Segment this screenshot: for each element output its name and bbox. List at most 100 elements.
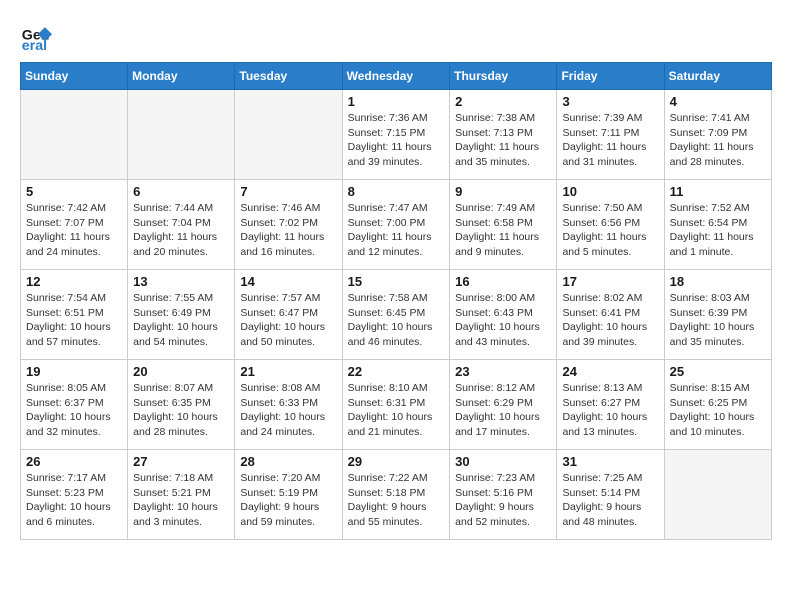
day-number: 19: [26, 364, 122, 379]
calendar-cell: 13 Sunrise: 7:55 AM Sunset: 6:49 PM Dayli…: [128, 270, 235, 360]
day-number: 26: [26, 454, 122, 469]
day-number: 9: [455, 184, 551, 199]
calendar-cell: 20Sunrise: 8:07 AM Sunset: 6:35 PM Dayli…: [128, 360, 235, 450]
day-number: 27: [133, 454, 229, 469]
calendar-cell: 9 Sunrise: 7:49 AM Sunset: 6:58 PM Daylig…: [450, 180, 557, 270]
calendar-cell: 1Sunrise: 7:36 AM Sunset: 7:15 PM Daylig…: [342, 90, 450, 180]
calendar-header-row: SundayMondayTuesdayWednesdayThursdayFrid…: [21, 63, 772, 90]
day-info: Sunrise: 8:03 AM Sunset: 6:39 PM Dayligh…: [670, 291, 766, 350]
day-number: 3: [562, 94, 658, 109]
day-info: Sunrise: 7:23 AM Sunset: 5:16 PM Dayligh…: [455, 471, 551, 530]
day-info: Sunrise: 8:02 AM Sunset: 6:41 PM Dayligh…: [562, 291, 658, 350]
calendar-cell: 25 Sunrise: 8:15 AM Sunset: 6:25 PM Dayli…: [664, 360, 771, 450]
day-number: 28: [240, 454, 336, 469]
day-info: Sunrise: 7:41 AM Sunset: 7:09 PM Dayligh…: [670, 111, 766, 170]
calendar-cell: 10 Sunrise: 7:50 AM Sunset: 6:56 PM Dayli…: [557, 180, 664, 270]
day-number: 17: [562, 274, 658, 289]
day-number: 12: [26, 274, 122, 289]
calendar-cell: 27 Sunrise: 7:18 AM Sunset: 5:21 PM Dayli…: [128, 450, 235, 540]
calendar-cell: 21 Sunrise: 8:08 AM Sunset: 6:33 PM Dayli…: [235, 360, 342, 450]
calendar-cell: 11 Sunrise: 7:52 AM Sunset: 6:54 PM Dayli…: [664, 180, 771, 270]
calendar-cell: [664, 450, 771, 540]
calendar-cell: 2 Sunrise: 7:38 AM Sunset: 7:13 PM Daylig…: [450, 90, 557, 180]
day-number: 25: [670, 364, 766, 379]
day-info: Sunrise: 7:46 AM Sunset: 7:02 PM Dayligh…: [240, 201, 336, 260]
weekday-header: Monday: [128, 63, 235, 90]
day-info: Sunrise: 7:50 AM Sunset: 6:56 PM Dayligh…: [562, 201, 658, 260]
day-info: Sunrise: 8:05 AM Sunset: 6:37 PM Dayligh…: [26, 381, 122, 440]
calendar-week-row: 5 Sunrise: 7:42 AM Sunset: 7:07 PM Daylig…: [21, 180, 772, 270]
day-info: Sunrise: 8:15 AM Sunset: 6:25 PM Dayligh…: [670, 381, 766, 440]
day-info: Sunrise: 7:25 AM Sunset: 5:14 PM Dayligh…: [562, 471, 658, 530]
day-number: 23: [455, 364, 551, 379]
calendar-cell: [128, 90, 235, 180]
day-number: 15: [348, 274, 445, 289]
calendar-cell: 15 Sunrise: 7:58 AM Sunset: 6:45 PM Dayli…: [342, 270, 450, 360]
calendar-week-row: 1Sunrise: 7:36 AM Sunset: 7:15 PM Daylig…: [21, 90, 772, 180]
day-number: 22: [348, 364, 445, 379]
day-number: 1: [348, 94, 445, 109]
day-number: 10: [562, 184, 658, 199]
day-info: Sunrise: 7:55 AM Sunset: 6:49 PM Dayligh…: [133, 291, 229, 350]
day-info: Sunrise: 7:52 AM Sunset: 6:54 PM Dayligh…: [670, 201, 766, 260]
day-info: Sunrise: 8:13 AM Sunset: 6:27 PM Dayligh…: [562, 381, 658, 440]
day-number: 30: [455, 454, 551, 469]
day-info: Sunrise: 7:57 AM Sunset: 6:47 PM Dayligh…: [240, 291, 336, 350]
calendar-cell: 4 Sunrise: 7:41 AM Sunset: 7:09 PM Daylig…: [664, 90, 771, 180]
day-info: Sunrise: 8:08 AM Sunset: 6:33 PM Dayligh…: [240, 381, 336, 440]
calendar-cell: 3 Sunrise: 7:39 AM Sunset: 7:11 PM Daylig…: [557, 90, 664, 180]
day-info: Sunrise: 7:44 AM Sunset: 7:04 PM Dayligh…: [133, 201, 229, 260]
day-info: Sunrise: 7:18 AM Sunset: 5:21 PM Dayligh…: [133, 471, 229, 530]
day-number: 5: [26, 184, 122, 199]
calendar: SundayMondayTuesdayWednesdayThursdayFrid…: [20, 62, 772, 540]
logo-icon: Gen eral: [20, 20, 52, 52]
calendar-cell: 26 Sunrise: 7:17 AM Sunset: 5:23 PM Dayli…: [21, 450, 128, 540]
page-header: Gen eral: [20, 20, 772, 52]
day-info: Sunrise: 7:54 AM Sunset: 6:51 PM Dayligh…: [26, 291, 122, 350]
calendar-cell: 7Sunrise: 7:46 AM Sunset: 7:02 PM Daylig…: [235, 180, 342, 270]
day-number: 2: [455, 94, 551, 109]
day-number: 18: [670, 274, 766, 289]
day-number: 4: [670, 94, 766, 109]
day-info: Sunrise: 8:12 AM Sunset: 6:29 PM Dayligh…: [455, 381, 551, 440]
weekday-header: Saturday: [664, 63, 771, 90]
day-info: Sunrise: 7:38 AM Sunset: 7:13 PM Dayligh…: [455, 111, 551, 170]
day-info: Sunrise: 7:39 AM Sunset: 7:11 PM Dayligh…: [562, 111, 658, 170]
calendar-cell: 16Sunrise: 8:00 AM Sunset: 6:43 PM Dayli…: [450, 270, 557, 360]
day-number: 13: [133, 274, 229, 289]
day-number: 16: [455, 274, 551, 289]
calendar-cell: [21, 90, 128, 180]
calendar-cell: 12 Sunrise: 7:54 AM Sunset: 6:51 PM Dayli…: [21, 270, 128, 360]
day-info: Sunrise: 7:20 AM Sunset: 5:19 PM Dayligh…: [240, 471, 336, 530]
day-info: Sunrise: 7:42 AM Sunset: 7:07 PM Dayligh…: [26, 201, 122, 260]
calendar-cell: 17 Sunrise: 8:02 AM Sunset: 6:41 PM Dayli…: [557, 270, 664, 360]
calendar-cell: [235, 90, 342, 180]
day-number: 8: [348, 184, 445, 199]
weekday-header: Tuesday: [235, 63, 342, 90]
calendar-cell: 6 Sunrise: 7:44 AM Sunset: 7:04 PM Daylig…: [128, 180, 235, 270]
day-info: Sunrise: 7:22 AM Sunset: 5:18 PM Dayligh…: [348, 471, 445, 530]
day-number: 29: [348, 454, 445, 469]
day-number: 31: [562, 454, 658, 469]
day-number: 11: [670, 184, 766, 199]
calendar-cell: 22 Sunrise: 8:10 AM Sunset: 6:31 PM Dayli…: [342, 360, 450, 450]
calendar-week-row: 12 Sunrise: 7:54 AM Sunset: 6:51 PM Dayli…: [21, 270, 772, 360]
calendar-cell: 28 Sunrise: 7:20 AM Sunset: 5:19 PM Dayli…: [235, 450, 342, 540]
day-number: 20: [133, 364, 229, 379]
calendar-cell: 18 Sunrise: 8:03 AM Sunset: 6:39 PM Dayli…: [664, 270, 771, 360]
day-info: Sunrise: 7:58 AM Sunset: 6:45 PM Dayligh…: [348, 291, 445, 350]
day-info: Sunrise: 7:49 AM Sunset: 6:58 PM Dayligh…: [455, 201, 551, 260]
logo: Gen eral: [20, 20, 56, 52]
day-info: Sunrise: 8:10 AM Sunset: 6:31 PM Dayligh…: [348, 381, 445, 440]
calendar-week-row: 19 Sunrise: 8:05 AM Sunset: 6:37 PM Dayli…: [21, 360, 772, 450]
weekday-header: Thursday: [450, 63, 557, 90]
calendar-cell: 29 Sunrise: 7:22 AM Sunset: 5:18 PM Dayli…: [342, 450, 450, 540]
calendar-cell: 31 Sunrise: 7:25 AM Sunset: 5:14 PM Dayli…: [557, 450, 664, 540]
day-number: 14: [240, 274, 336, 289]
calendar-cell: 30 Sunrise: 7:23 AM Sunset: 5:16 PM Dayli…: [450, 450, 557, 540]
day-number: 21: [240, 364, 336, 379]
calendar-cell: 24Sunrise: 8:13 AM Sunset: 6:27 PM Dayli…: [557, 360, 664, 450]
day-info: Sunrise: 7:17 AM Sunset: 5:23 PM Dayligh…: [26, 471, 122, 530]
weekday-header: Sunday: [21, 63, 128, 90]
day-number: 6: [133, 184, 229, 199]
